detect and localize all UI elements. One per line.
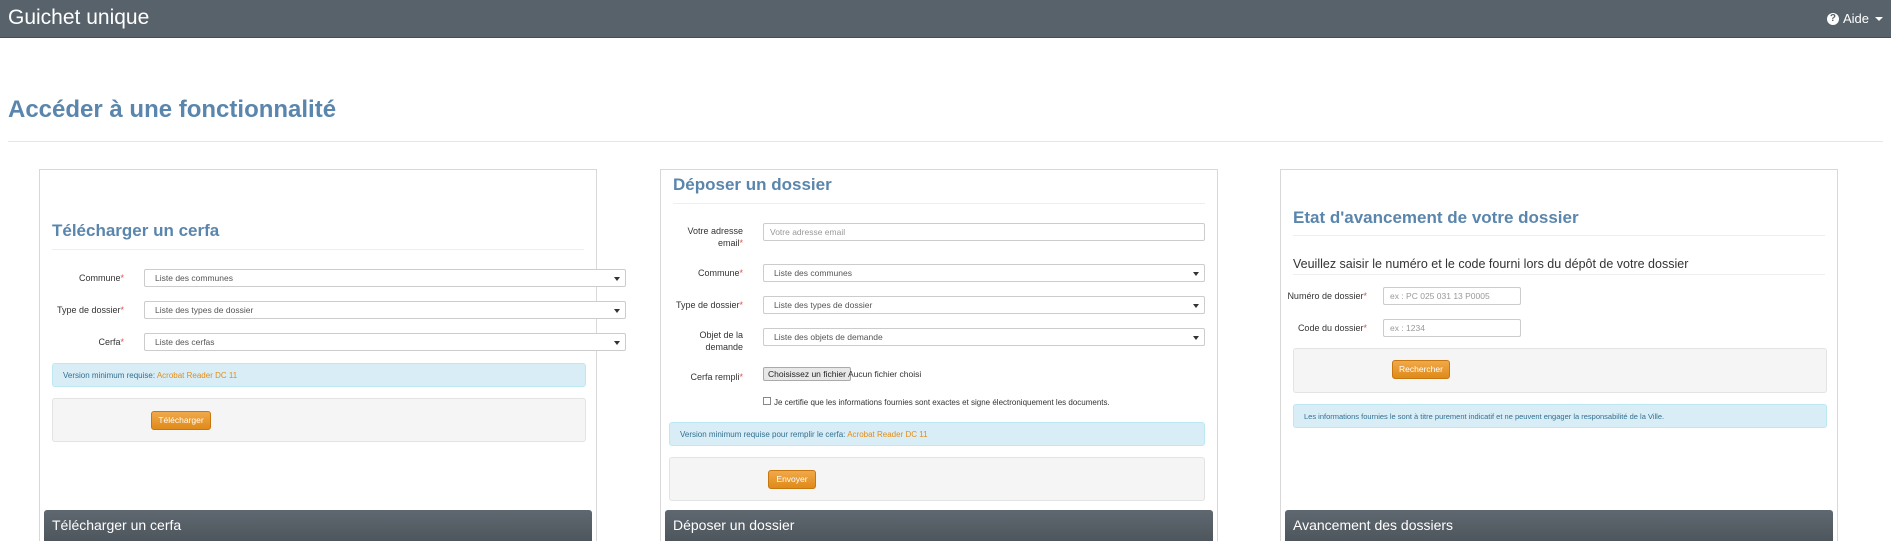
- panel-title: Télécharger un cerfa: [52, 221, 220, 240]
- type-dossier-label: Type de dossier*: [675, 300, 743, 310]
- header-divider: [8, 141, 1883, 142]
- commune-label: Commune*: [78, 273, 124, 283]
- dropdown-arrow-icon: [614, 341, 620, 345]
- dropdown-arrow-icon: [614, 277, 620, 281]
- disclaimer-alert: Les informations fournies le sont à titr…: [1293, 404, 1827, 428]
- numero-dossier-input[interactable]: ex : PC 025 031 13 P0005: [1383, 287, 1521, 305]
- telecharger-button[interactable]: Télécharger: [151, 411, 211, 430]
- acrobat-link[interactable]: Acrobat Reader DC 11: [847, 430, 927, 439]
- action-well: Télécharger: [52, 398, 586, 442]
- panel-footer: Avancement des dossiers: [1285, 510, 1833, 541]
- panel-title: Déposer un dossier: [673, 175, 832, 194]
- commune-select[interactable]: Liste des communes: [763, 264, 1205, 282]
- panel-footer: Déposer un dossier: [665, 510, 1213, 541]
- email-label: Votre adresse email*: [687, 226, 743, 248]
- action-well: Envoyer: [669, 457, 1205, 501]
- numero-dossier-label: Numéro de dossier*: [1287, 291, 1367, 301]
- panel-avancement: Etat d'avancement de votre dossier Veuil…: [1280, 169, 1838, 541]
- objet-demande-label: Objet de la demande: [699, 330, 743, 352]
- panel-deposer: Déposer un dossier Votre adresse email* …: [660, 169, 1218, 541]
- certify-label: Je certifie que les informations fournie…: [774, 398, 1110, 407]
- panel-title: Etat d'avancement de votre dossier: [1293, 208, 1579, 227]
- acrobat-link[interactable]: Acrobat Reader DC 11: [157, 371, 237, 380]
- version-info-alert: Version minimum requise: Acrobat Reader …: [52, 363, 586, 387]
- instructions-text: Veuillez saisir le numéro et le code fou…: [1293, 257, 1689, 271]
- app-brand[interactable]: Guichet unique: [8, 6, 149, 30]
- envoyer-button[interactable]: Envoyer: [768, 470, 816, 489]
- type-dossier-select[interactable]: Liste des types de dossier: [144, 301, 626, 319]
- file-choose-button[interactable]: Choisissez un fichier: [763, 367, 851, 381]
- commune-select[interactable]: Liste des communes: [144, 269, 626, 287]
- help-menu[interactable]: ? Aide: [1826, 11, 1883, 26]
- commune-label: Commune*: [697, 268, 743, 278]
- email-input[interactable]: Votre adresse email: [763, 223, 1205, 241]
- version-info-alert: Version minimum requise pour remplir le …: [669, 422, 1205, 446]
- code-dossier-label: Code du dossier*: [1297, 323, 1367, 333]
- page-title: Accéder à une fonctionnalité: [8, 96, 337, 123]
- panel-telecharger: Télécharger un cerfa Commune* Liste des …: [39, 169, 626, 541]
- panel-footer: Télécharger un cerfa: [44, 510, 592, 541]
- dropdown-arrow-icon: [1193, 304, 1199, 308]
- type-dossier-select[interactable]: Liste des types de dossier: [763, 296, 1205, 314]
- dropdown-arrow-icon: [1193, 272, 1199, 276]
- help-label: Aide: [1842, 11, 1869, 26]
- objet-demande-select[interactable]: Liste des objets de demande: [763, 328, 1205, 346]
- dropdown-arrow-icon: [1193, 336, 1199, 340]
- cerfa-label: Cerfa*: [98, 337, 124, 347]
- cerfa-rempli-label: Cerfa rempli*: [690, 372, 743, 382]
- file-status: Aucun fichier choisi: [848, 369, 922, 379]
- certify-checkbox[interactable]: [763, 397, 771, 405]
- rechercher-button[interactable]: Rechercher: [1392, 360, 1450, 379]
- panel-title-divider: [52, 249, 584, 250]
- question-circle-icon: ?: [1826, 12, 1839, 25]
- instructions-divider: [1293, 274, 1825, 275]
- panel-title-divider: [1293, 235, 1825, 236]
- top-navbar: Guichet unique ? Aide: [0, 0, 1891, 38]
- dropdown-arrow-icon: [614, 309, 620, 313]
- cerfa-select[interactable]: Liste des cerfas: [144, 333, 626, 351]
- type-dossier-label: Type de dossier*: [56, 305, 124, 315]
- action-well: Rechercher: [1293, 348, 1827, 393]
- code-dossier-input[interactable]: ex : 1234: [1383, 319, 1521, 337]
- panel-title-divider: [673, 203, 1205, 204]
- caret-down-icon: [1875, 16, 1883, 21]
